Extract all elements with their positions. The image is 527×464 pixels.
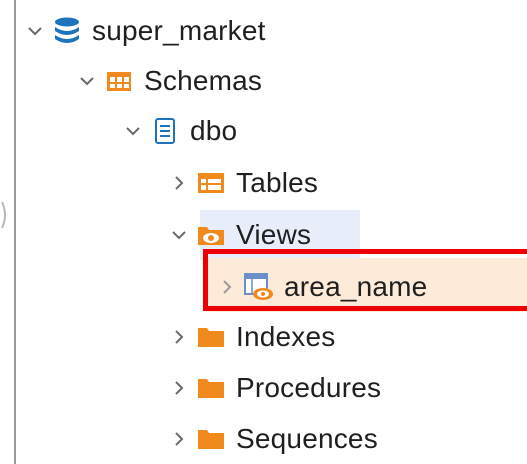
chevron-right-icon[interactable] (164, 424, 194, 454)
tree-node-sequences[interactable]: Sequences (164, 414, 378, 464)
chevron-down-icon[interactable] (118, 116, 148, 146)
schemas-label: Schemas (144, 65, 263, 96)
tree-node-indexes[interactable]: Indexes (164, 312, 335, 362)
table-folder-icon (194, 168, 228, 198)
highlight-annotation-box (203, 249, 527, 311)
views-label: Views (236, 219, 312, 250)
chevron-right-icon[interactable] (164, 373, 194, 403)
chevron-down-icon[interactable] (72, 66, 102, 96)
tree-node-procedures[interactable]: Procedures (164, 363, 381, 413)
sequences-label: Sequences (236, 423, 378, 454)
folder-icon (194, 322, 228, 352)
chevron-down-icon[interactable] (164, 220, 194, 250)
schemas-icon (102, 66, 136, 96)
view-folder-icon (194, 220, 228, 250)
database-icon (50, 16, 84, 46)
folder-icon (194, 373, 228, 403)
panel-edge-fragment (1, 201, 6, 229)
indexes-label: Indexes (236, 321, 336, 352)
database-label: super_market (92, 15, 266, 46)
schema-icon (148, 116, 182, 146)
chevron-down-icon[interactable] (20, 16, 50, 46)
chevron-right-icon[interactable] (164, 322, 194, 352)
tree-node-schema-dbo[interactable]: dbo (118, 106, 237, 156)
procedures-label: Procedures (236, 372, 382, 403)
folder-icon (194, 424, 228, 454)
schema-label: dbo (190, 115, 238, 146)
tree-node-schemas[interactable]: Schemas (72, 56, 262, 106)
tree-node-database[interactable]: super_market (20, 6, 266, 56)
chevron-right-icon[interactable] (164, 168, 194, 198)
tables-label: Tables (236, 167, 319, 198)
tree-node-tables[interactable]: Tables (164, 158, 318, 208)
